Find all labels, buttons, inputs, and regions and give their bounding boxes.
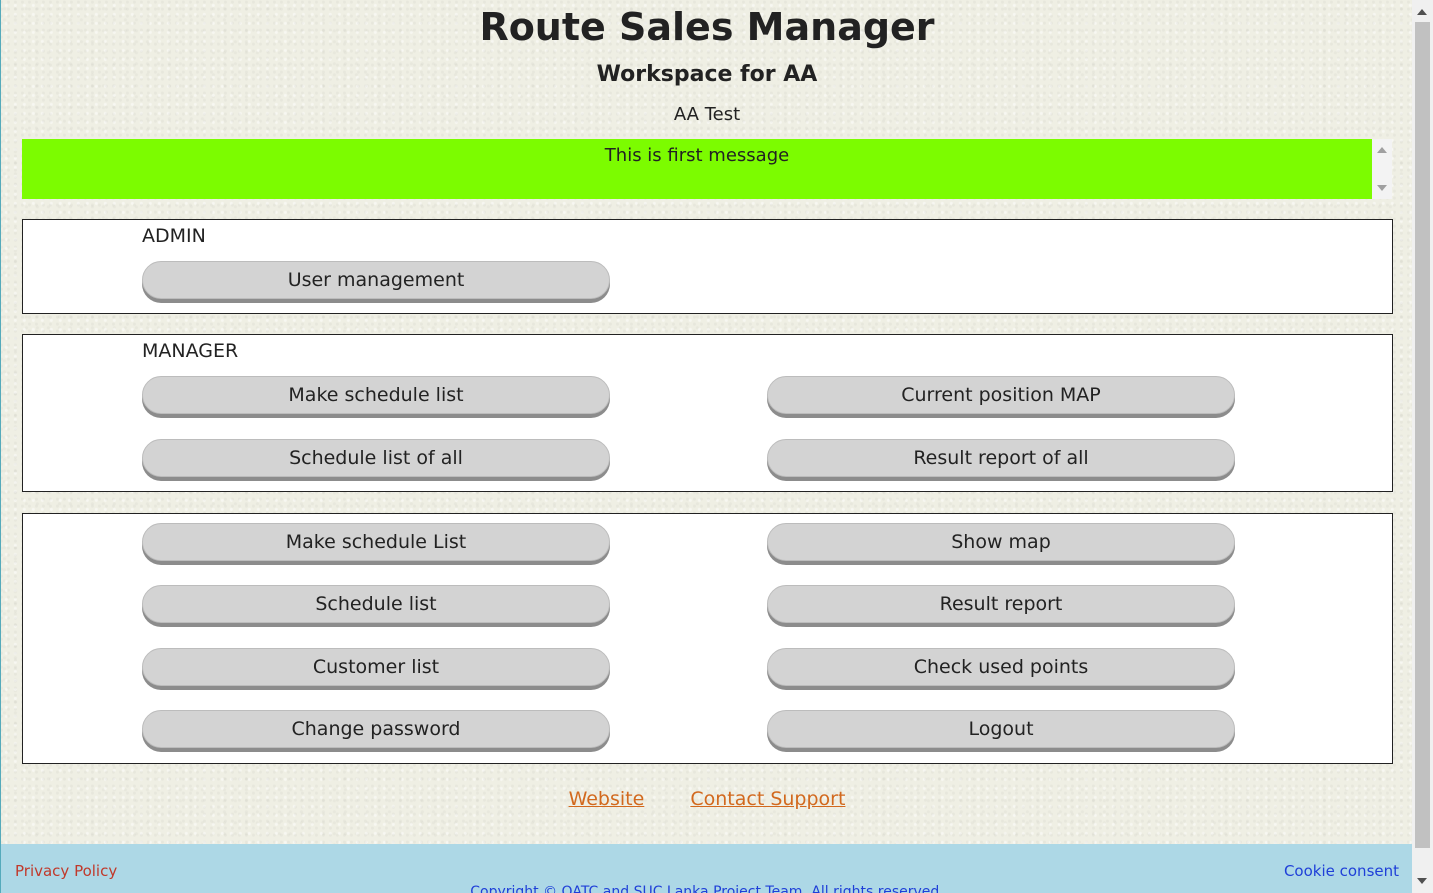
page-scrollbar[interactable] bbox=[1412, 0, 1433, 893]
page-title: Route Sales Manager bbox=[479, 5, 935, 49]
scroll-down-arrow-icon[interactable] bbox=[1417, 878, 1427, 884]
message-box[interactable]: This is first message bbox=[22, 139, 1392, 199]
page-viewport: Route Sales Manager Workspace for AA AA … bbox=[0, 0, 1412, 893]
customer-list-button[interactable]: Customer list bbox=[142, 648, 610, 686]
logout-button[interactable]: Logout bbox=[767, 710, 1235, 748]
schedule-list-of-all-button[interactable]: Schedule list of all bbox=[142, 439, 610, 477]
user-name: AA Test bbox=[673, 104, 741, 125]
cookie-consent-link[interactable]: Cookie consent bbox=[1284, 862, 1399, 880]
manager-section: MANAGER Make schedule list Current posit… bbox=[22, 334, 1393, 492]
result-report-button[interactable]: Result report bbox=[767, 585, 1235, 623]
admin-label: ADMIN bbox=[142, 225, 206, 247]
change-password-button[interactable]: Change password bbox=[142, 710, 610, 748]
copyright-text: Copyright © OATC and SUC Lanka Project T… bbox=[470, 884, 944, 893]
message-scrollbar[interactable] bbox=[1372, 139, 1392, 199]
footer-bar: Privacy Policy Cookie consent Copyright … bbox=[1, 844, 1412, 893]
contact-support-link[interactable]: Contact Support bbox=[690, 788, 845, 810]
result-report-of-all-button[interactable]: Result report of all bbox=[767, 439, 1235, 477]
make-schedule-list-all-button[interactable]: Make schedule list bbox=[142, 376, 610, 414]
message-text: This is first message bbox=[604, 145, 790, 166]
footer-links: Website Contact Support bbox=[1, 788, 1412, 810]
check-used-points-button[interactable]: Check used points bbox=[767, 648, 1235, 686]
scroll-up-icon[interactable] bbox=[1377, 147, 1387, 153]
privacy-policy-link[interactable]: Privacy Policy bbox=[15, 862, 117, 880]
workspace-subtitle: Workspace for AA bbox=[596, 62, 818, 87]
scroll-down-icon[interactable] bbox=[1377, 185, 1387, 191]
make-schedule-list-button[interactable]: Make schedule List bbox=[142, 523, 610, 561]
manager-label: MANAGER bbox=[142, 340, 239, 362]
admin-section: ADMIN User management bbox=[22, 219, 1393, 314]
scrollbar-thumb[interactable] bbox=[1415, 22, 1430, 848]
scroll-up-arrow-icon[interactable] bbox=[1417, 9, 1427, 15]
current-position-map-button[interactable]: Current position MAP bbox=[767, 376, 1235, 414]
schedule-list-button[interactable]: Schedule list bbox=[142, 585, 610, 623]
user-section: Make schedule List Show map Schedule lis… bbox=[22, 513, 1393, 764]
website-link[interactable]: Website bbox=[569, 788, 645, 810]
show-map-button[interactable]: Show map bbox=[767, 523, 1235, 561]
user-management-button[interactable]: User management bbox=[142, 261, 610, 299]
